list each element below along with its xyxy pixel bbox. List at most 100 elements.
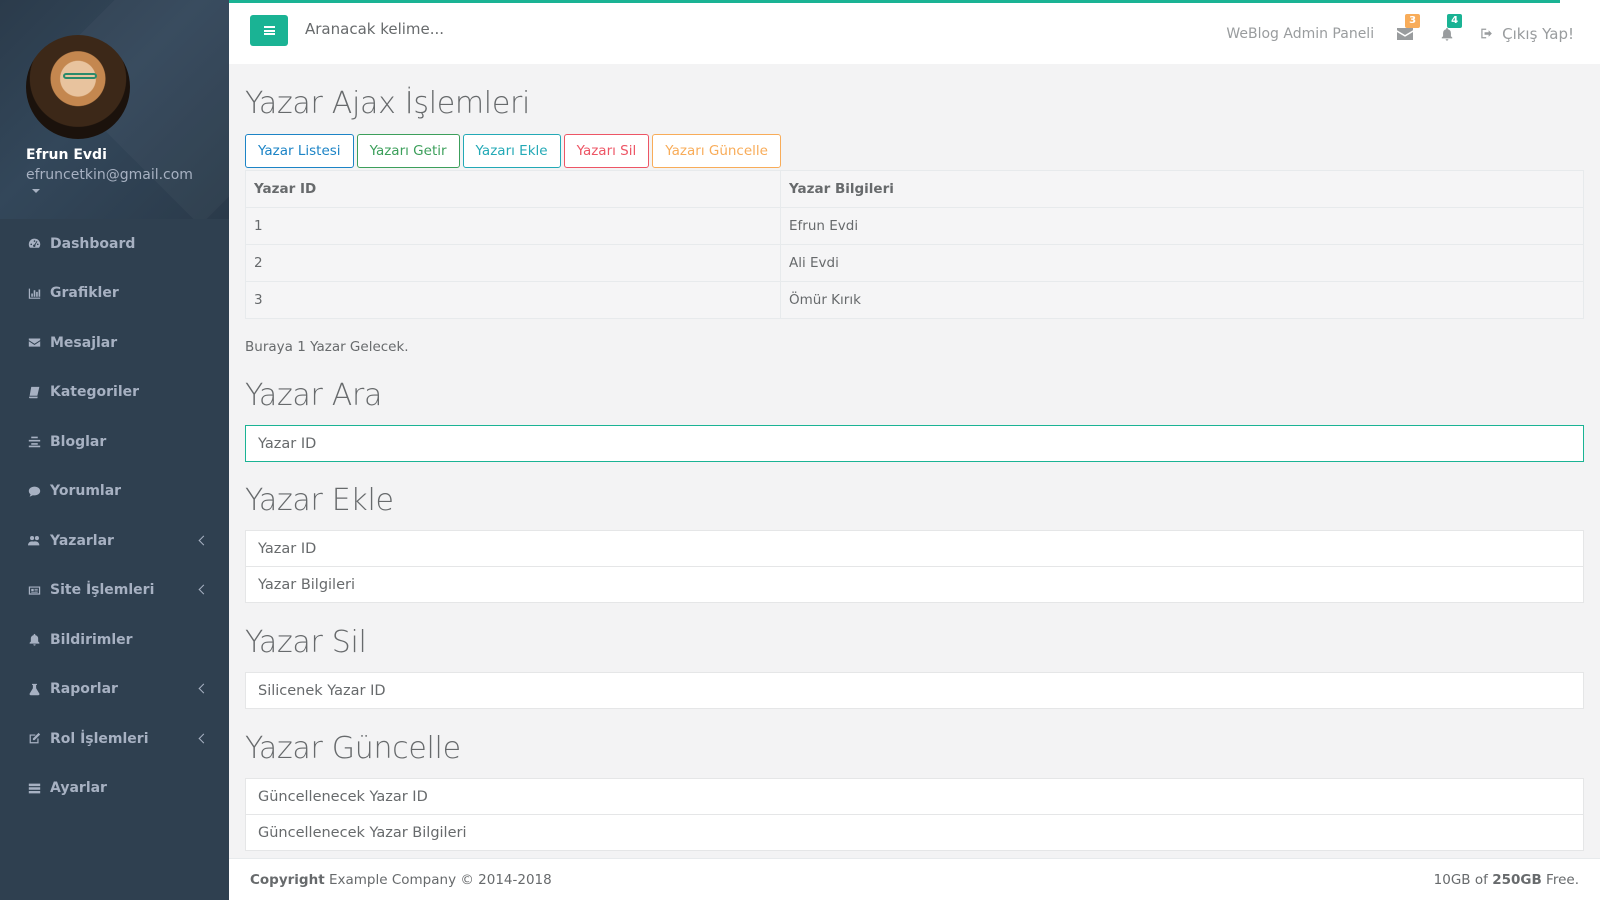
hamburger-icon bbox=[263, 26, 275, 35]
book-icon bbox=[26, 385, 42, 399]
logout-link[interactable]: Çıkış Yap! bbox=[1480, 25, 1574, 43]
toggle-sidebar-button[interactable] bbox=[250, 15, 288, 46]
sidebar-item-yazarlar[interactable]: Yazarlar bbox=[0, 516, 229, 566]
author-list-button[interactable]: Yazar Listesi bbox=[245, 134, 354, 168]
column-header-info: Yazar Bilgileri bbox=[780, 170, 1584, 208]
envelope-icon bbox=[1397, 27, 1414, 40]
profile-panel: Efrun Evdi efruncetkin@gmail.com bbox=[0, 0, 229, 219]
flask-icon bbox=[26, 682, 42, 696]
sidebar-item-dashboard[interactable]: Dashboard bbox=[0, 219, 229, 269]
chevron-left-icon bbox=[198, 584, 209, 595]
table-cell-id: 2 bbox=[245, 244, 781, 282]
messages-button[interactable]: 3 bbox=[1396, 13, 1421, 43]
get-author-button[interactable]: Yazarı Getir bbox=[356, 134, 460, 168]
action-buttons: Yazar Listesi Yazarı Getir Yazarı Ekle Y… bbox=[245, 134, 1584, 168]
notifications-count-badge: 4 bbox=[1447, 13, 1463, 28]
sidebar-item-raporlar[interactable]: Raporlar bbox=[0, 665, 229, 715]
edit-icon bbox=[26, 732, 42, 746]
sidebar-item-label: Bloglar bbox=[50, 433, 107, 450]
sidebar-item-label: Site İşlemleri bbox=[50, 582, 155, 599]
sidebar-item-label: Raporlar bbox=[50, 681, 118, 698]
add-section-title: Yazar Ekle bbox=[245, 483, 394, 518]
add-author-id-input[interactable] bbox=[245, 530, 1584, 567]
sidebar-item-ayarlar[interactable]: Ayarlar bbox=[0, 764, 229, 814]
sidebar-nav: Dashboard Grafikler Mesajlar Kategoriler… bbox=[0, 219, 229, 813]
update-author-info-input[interactable] bbox=[245, 814, 1584, 851]
comment-icon bbox=[26, 484, 42, 498]
profile-email-dropdown[interactable]: efruncetkin@gmail.com bbox=[26, 167, 203, 199]
align-icon bbox=[26, 435, 42, 449]
bell-icon bbox=[26, 633, 42, 647]
delete-author-button[interactable]: Yazarı Sil bbox=[563, 134, 650, 168]
sidebar-item-label: Dashboard bbox=[50, 235, 136, 252]
sidebar-item-label: Bildirimler bbox=[50, 631, 133, 648]
sidebar-item-yorumlar[interactable]: Yorumlar bbox=[0, 467, 229, 517]
table-cell-info: Ömür Kırık bbox=[780, 281, 1584, 319]
page-title: Yazar Ajax İşlemleri bbox=[245, 86, 531, 121]
welcome-text: WeBlog Admin Paneli bbox=[1226, 25, 1375, 42]
list-icon bbox=[26, 781, 42, 795]
sidebar-item-label: Rol İşlemleri bbox=[50, 730, 149, 747]
update-section-title: Yazar Güncelle bbox=[245, 731, 461, 766]
storage-total: 250GB bbox=[1492, 871, 1542, 888]
logout-label: Çıkış Yap! bbox=[1502, 24, 1574, 43]
sidebar-item-grafikler[interactable]: Grafikler bbox=[0, 269, 229, 319]
top-right-area: WeBlog Admin Paneli 3 4 Çıkış Yap! bbox=[1226, 3, 1574, 64]
dashboard-icon bbox=[26, 237, 42, 251]
notifications-button[interactable]: 4 bbox=[1438, 13, 1463, 43]
sidebar-item-label: Mesajlar bbox=[50, 334, 118, 351]
sidebar-item-bildirimler[interactable]: Bildirimler bbox=[0, 615, 229, 665]
column-header-id: Yazar ID bbox=[245, 170, 781, 208]
caret-down-icon bbox=[32, 189, 40, 193]
copyright-label: Copyright bbox=[250, 871, 325, 888]
sidebar-item-bloglar[interactable]: Bloglar bbox=[0, 417, 229, 467]
copyright: Copyright Example Company © 2014-2018 bbox=[250, 872, 552, 888]
table-row: 1 Efrun Evdi bbox=[245, 207, 1584, 245]
messages-count-badge: 3 bbox=[1405, 13, 1421, 28]
search-input[interactable] bbox=[305, 20, 605, 38]
copyright-text: Example Company © 2014-2018 bbox=[328, 871, 552, 888]
footer: Copyright Example Company © 2014-2018 10… bbox=[229, 858, 1600, 900]
result-note: Buraya 1 Yazar Gelecek. bbox=[245, 339, 409, 355]
sidebar-item-site-islemleri[interactable]: Site İşlemleri bbox=[0, 566, 229, 616]
delete-author-id-input[interactable] bbox=[245, 672, 1584, 709]
add-author-button[interactable]: Yazarı Ekle bbox=[462, 134, 561, 168]
avatar[interactable] bbox=[26, 35, 130, 139]
main-content: Yazar Ajax İşlemleri Yazar Listesi Yazar… bbox=[245, 64, 1584, 851]
add-author-info-input[interactable] bbox=[245, 566, 1584, 603]
bar-chart-icon bbox=[26, 286, 42, 300]
update-author-id-input[interactable] bbox=[245, 778, 1584, 815]
sidebar: Efrun Evdi efruncetkin@gmail.com Dashboa… bbox=[0, 0, 229, 900]
sidebar-item-label: Kategoriler bbox=[50, 384, 140, 401]
chevron-left-icon bbox=[198, 733, 209, 744]
storage-suffix: Free. bbox=[1546, 871, 1579, 888]
sign-out-icon bbox=[1481, 28, 1492, 39]
search-author-id-input[interactable] bbox=[245, 425, 1584, 462]
storage-used: 10GB of bbox=[1433, 871, 1488, 888]
profile-name: Efrun Evdi bbox=[26, 147, 107, 163]
profile-email: efruncetkin@gmail.com bbox=[26, 167, 193, 183]
delete-section-title: Yazar Sil bbox=[245, 625, 367, 660]
chevron-left-icon bbox=[198, 683, 209, 694]
users-icon bbox=[26, 534, 42, 548]
sidebar-item-kategoriler[interactable]: Kategoriler bbox=[0, 368, 229, 418]
top-navbar: WeBlog Admin Paneli 3 4 Çıkış Yap! bbox=[229, 0, 1600, 64]
storage-info: 10GB of 250GB Free. bbox=[1434, 872, 1579, 888]
sidebar-item-mesajlar[interactable]: Mesajlar bbox=[0, 318, 229, 368]
table-cell-id: 3 bbox=[245, 281, 781, 319]
sidebar-item-label: Ayarlar bbox=[50, 780, 107, 797]
authors-table: Yazar ID Yazar Bilgileri 1 Efrun Evdi 2 … bbox=[245, 170, 1584, 319]
bell-icon bbox=[1441, 27, 1453, 41]
sidebar-item-label: Yazarlar bbox=[50, 532, 114, 549]
sidebar-item-label: Grafikler bbox=[50, 285, 119, 302]
table-row: 2 Ali Evdi bbox=[245, 244, 1584, 282]
sidebar-item-rol-islemleri[interactable]: Rol İşlemleri bbox=[0, 714, 229, 764]
search-section-title: Yazar Ara bbox=[245, 378, 383, 413]
id-card-icon bbox=[26, 583, 42, 597]
sidebar-item-label: Yorumlar bbox=[50, 483, 122, 500]
table-cell-info: Efrun Evdi bbox=[780, 207, 1584, 245]
update-author-button[interactable]: Yazarı Güncelle bbox=[652, 134, 781, 168]
table-cell-id: 1 bbox=[245, 207, 781, 245]
table-cell-info: Ali Evdi bbox=[780, 244, 1584, 282]
table-row: 3 Ömür Kırık bbox=[245, 281, 1584, 319]
